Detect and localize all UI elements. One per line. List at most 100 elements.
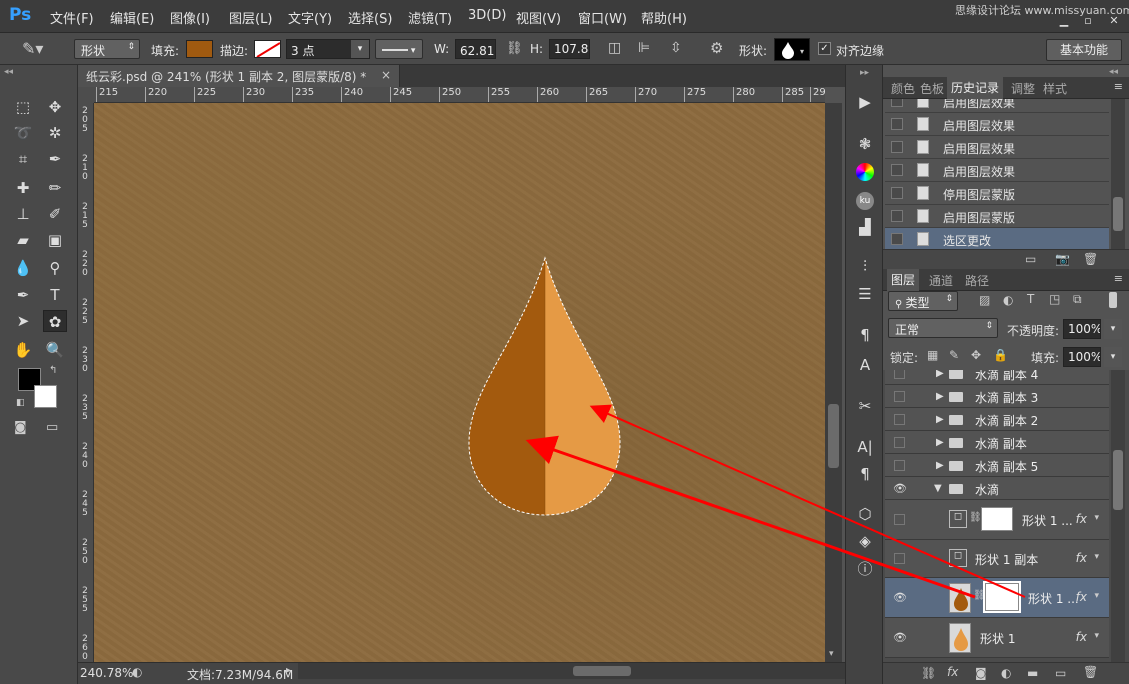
history-item[interactable]: 启用图层效果 <box>885 99 1109 113</box>
history-item[interactable]: 停用图层蒙版 <box>885 182 1109 205</box>
layer-row[interactable]: ◻ ⛓ 形状 1 ... fx ▾ <box>885 500 1109 540</box>
chevron-down-icon[interactable]: ▾ <box>1094 591 1099 601</box>
layer-group-row[interactable]: ▶ 水滴 副本 5 <box>885 454 1109 477</box>
eyedropper-tool-icon[interactable]: ✒ <box>43 148 67 170</box>
trash-icon[interactable]: 🗑 <box>1083 252 1098 266</box>
close-tab-icon[interactable]: × <box>381 68 391 82</box>
tab-layers[interactable]: 图层 <box>887 269 920 291</box>
expand-arrow-icon[interactable]: ▶ <box>936 460 944 471</box>
move-tool-icon[interactable]: ✥ <box>43 96 67 118</box>
status-icon[interactable]: ◐ <box>132 665 142 679</box>
menu-view[interactable]: 视图(V) <box>516 8 561 27</box>
document-canvas[interactable] <box>94 103 825 662</box>
filter-pixel-icon[interactable]: ▨ <box>979 293 990 307</box>
path-arrangement-icon[interactable]: ⇳ <box>670 40 682 56</box>
collapse-icon[interactable]: ◂◂ <box>4 67 13 77</box>
history-scrollbar[interactable] <box>1111 99 1125 249</box>
trash-icon[interactable]: 🗑 <box>1083 665 1098 679</box>
expand-arrow-icon[interactable]: ▶ <box>936 414 944 425</box>
color-wheel-icon[interactable] <box>853 160 877 182</box>
gear-icon[interactable]: ⚙ <box>710 39 723 57</box>
link-icon[interactable]: ⛓ <box>973 590 986 601</box>
gradient-tool-icon[interactable]: ▣ <box>43 229 67 251</box>
eye-icon[interactable]: 👁 <box>893 482 907 495</box>
menu-filter[interactable]: 滤镜(T) <box>408 8 452 27</box>
fx-icon[interactable]: fx <box>1076 551 1087 565</box>
opacity-field[interactable]: 100% <box>1063 319 1101 339</box>
mask-thumbnail[interactable] <box>983 581 1021 613</box>
chevron-down-icon[interactable]: ▾ <box>1094 552 1099 562</box>
eye-icon[interactable]: 👁 <box>893 591 907 604</box>
layer-thumbnail[interactable] <box>949 623 971 653</box>
path-alignment-icon[interactable]: ⊫ <box>638 40 650 56</box>
width-field[interactable]: 62.81 像 <box>455 39 496 59</box>
custom-shape-tool-icon[interactable]: ✿ <box>43 310 67 332</box>
scrollbar-thumb[interactable] <box>1113 450 1123 510</box>
hand-tool-icon[interactable]: ✋ <box>11 339 35 361</box>
visibility-toggle[interactable] <box>894 460 905 471</box>
magic-wand-tool-icon[interactable]: ✲ <box>43 122 67 144</box>
expand-arrow-icon[interactable]: ▶ <box>936 370 944 379</box>
panel-menu-icon[interactable]: ≡ <box>1114 80 1123 93</box>
visibility-toggle[interactable] <box>894 391 905 402</box>
menu-help[interactable]: 帮助(H) <box>641 8 687 27</box>
filter-smart-object-icon[interactable]: ⧉ <box>1073 292 1082 307</box>
chevron-down-icon[interactable]: ▾ <box>351 40 369 58</box>
menu-layer[interactable]: 图层(L) <box>229 8 272 27</box>
menu-edit[interactable]: 编辑(E) <box>110 8 154 27</box>
menu-window[interactable]: 窗口(W) <box>578 8 627 27</box>
lock-all-icon[interactable]: 🔒 <box>993 348 1008 362</box>
layer-group-row[interactable]: ▶ 水滴 副本 3 <box>885 385 1109 408</box>
collapse-icon[interactable]: ▸▸ <box>860 68 869 78</box>
link-icon[interactable]: ⛓ <box>506 41 523 56</box>
filter-toggle[interactable] <box>1109 292 1117 308</box>
stroke-width-field[interactable]: 3 点 ▾ <box>286 39 370 59</box>
history-checkbox[interactable] <box>891 118 903 130</box>
brush-settings-icon[interactable]: ❃ <box>853 133 877 155</box>
shape-picker[interactable]: ▾ <box>774 38 810 61</box>
zoom-level[interactable]: 240.78% <box>80 666 133 680</box>
history-checkbox[interactable] <box>891 187 903 199</box>
collapse-icon[interactable]: ◂◂ <box>1109 67 1118 77</box>
layer-group-row-open[interactable]: 👁 ▼ 水滴 <box>885 477 1109 500</box>
scrollbar-thumb[interactable] <box>1113 197 1123 231</box>
link-layers-icon[interactable]: ⛓ <box>921 666 936 680</box>
tab-history[interactable]: 历史记录 <box>947 77 1004 99</box>
character-styles-icon[interactable]: A <box>853 354 877 376</box>
3d-icon[interactable]: ⬡ <box>853 503 877 525</box>
horizontal-ruler[interactable]: 215 220 225 230 235 240 245 250 255 260 … <box>94 87 825 103</box>
fx-icon[interactable]: fx <box>1076 590 1087 604</box>
layer-row[interactable]: 👁 形状 1 fx ▾ <box>885 618 1109 658</box>
chevron-down-icon[interactable]: ▾ <box>1104 347 1122 367</box>
panel-menu-icon[interactable]: ≡ <box>1114 272 1123 285</box>
layer-group-row[interactable]: ▶ 水滴 副本 4 <box>885 370 1109 385</box>
brush-tool-icon[interactable]: ✏ <box>43 177 67 199</box>
mask-thumbnail[interactable] <box>981 507 1013 531</box>
chevron-down-icon[interactable]: ▾ <box>1104 319 1122 339</box>
brush-presets-icon[interactable]: ⫶ <box>853 255 877 277</box>
stroke-swatch[interactable] <box>254 40 281 58</box>
healing-brush-tool-icon[interactable]: ✚ <box>11 177 35 199</box>
properties-icon[interactable]: ◈ <box>853 530 877 552</box>
layer-group-row[interactable]: ▶ 水滴 副本 2 <box>885 408 1109 431</box>
default-colors-icon[interactable]: ◧ <box>16 398 25 408</box>
menu-select[interactable]: 选择(S) <box>348 8 392 27</box>
paragraph-styles-icon[interactable]: ¶ <box>853 324 877 346</box>
layer-group-row[interactable]: ▶ 水滴 副本 <box>885 431 1109 454</box>
history-item[interactable]: 启用图层蒙版 <box>885 205 1109 228</box>
tool-presets-icon[interactable]: ✂ <box>853 395 877 417</box>
path-operations-icon[interactable]: ◫ <box>608 40 621 56</box>
filter-shape-icon[interactable]: ◳ <box>1049 292 1060 306</box>
fill-opacity-field[interactable]: 100% <box>1063 347 1101 367</box>
maximize-icon[interactable]: ▫ <box>1077 14 1099 28</box>
pen-tool-preset-icon[interactable]: ✎▾ <box>22 39 43 58</box>
histogram-icon[interactable]: ▟ <box>853 216 877 238</box>
menu-file[interactable]: 文件(F) <box>50 8 94 27</box>
paragraph-icon[interactable]: ¶ <box>853 463 877 485</box>
history-item[interactable]: 启用图层效果 <box>885 159 1109 182</box>
history-checkbox[interactable] <box>891 164 903 176</box>
blend-mode-select[interactable]: 正常 ⇕ <box>888 318 998 338</box>
zoom-tool-icon[interactable]: 🔍 <box>43 339 67 361</box>
tab-adjustments[interactable]: 调整 <box>1011 80 1035 97</box>
blur-tool-icon[interactable]: 💧 <box>11 257 35 279</box>
